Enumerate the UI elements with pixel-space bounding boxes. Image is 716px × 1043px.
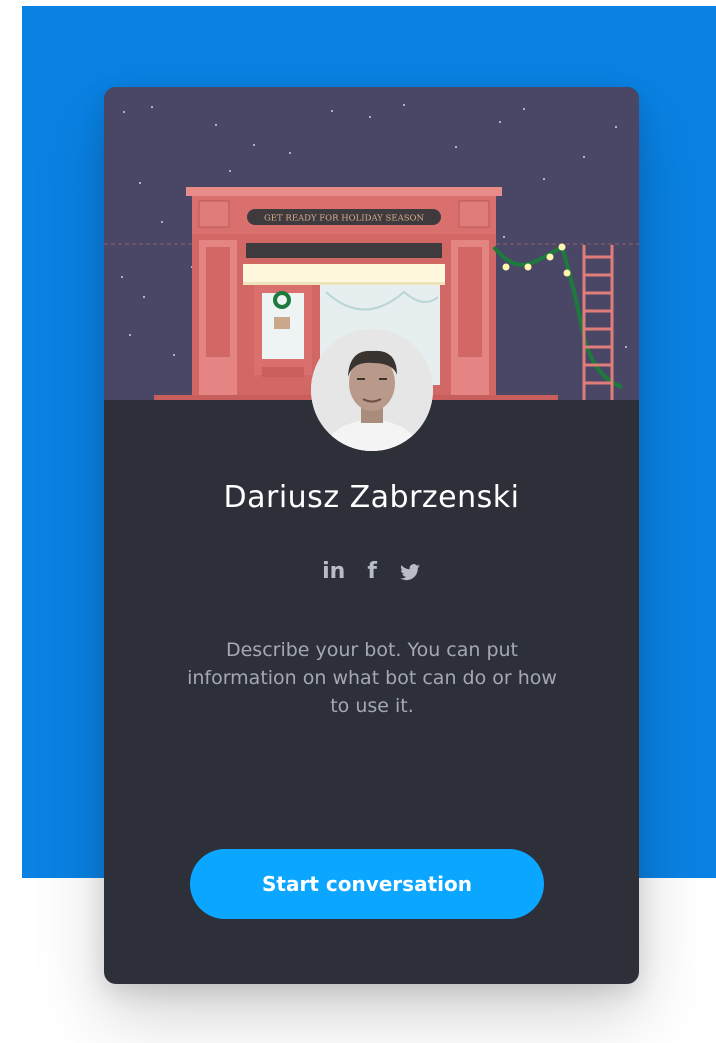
bot-description: Describe your bot. You can put informati… bbox=[187, 639, 557, 717]
avatar bbox=[311, 329, 433, 451]
store-sign-text: GET READY FOR HOLIDAY SEASON bbox=[264, 214, 424, 224]
bot-profile-card: GET READY FOR HOLIDAY SEASON Dariusz Zab… bbox=[104, 87, 639, 984]
social-links: in f bbox=[104, 557, 639, 587]
avatar-photo bbox=[311, 329, 433, 451]
facebook-icon[interactable]: f bbox=[367, 557, 377, 587]
start-conversation-button[interactable]: Start conversation bbox=[190, 849, 544, 919]
twitter-bird-glyph bbox=[399, 564, 420, 581]
bot-name: Dariusz Zabrzenski bbox=[223, 480, 520, 515]
linkedin-icon[interactable]: in bbox=[322, 557, 345, 587]
twitter-icon[interactable] bbox=[399, 557, 421, 587]
